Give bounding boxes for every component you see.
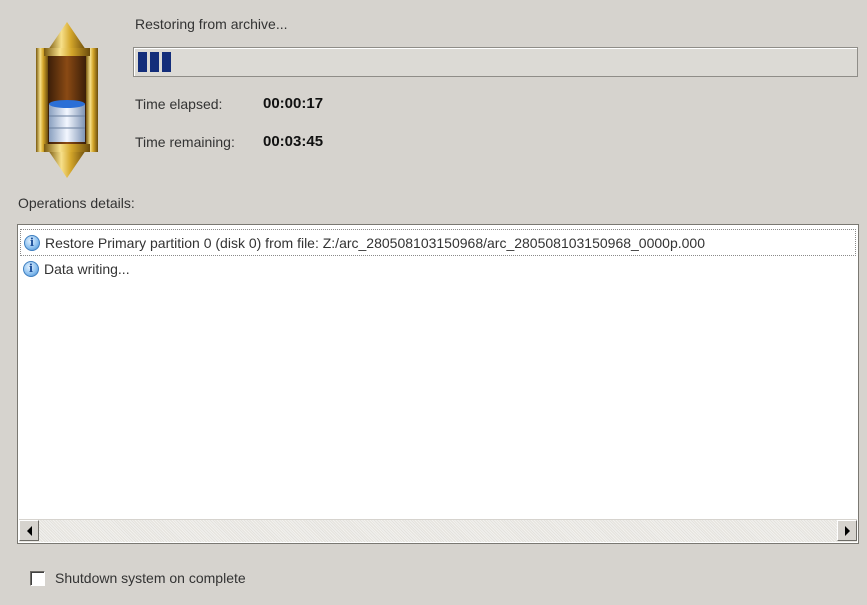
arrow-right-icon: [844, 525, 850, 536]
time-elapsed-label: Time elapsed:: [135, 96, 223, 112]
scroll-right-button[interactable]: [837, 520, 857, 541]
progress-chunk: [162, 52, 171, 72]
log-item[interactable]: i Data writing...: [20, 256, 856, 281]
restore-progress-bar: [133, 47, 858, 77]
operations-details-label: Operations details:: [18, 195, 135, 211]
progress-fill: [138, 52, 171, 72]
disk-restore-animation-icon: [36, 22, 98, 178]
time-elapsed-row: Time elapsed: 00:00:17: [135, 95, 323, 112]
progress-chunk: [150, 52, 159, 72]
info-icon: i: [23, 260, 39, 277]
info-icon: i: [24, 234, 40, 251]
shutdown-label: Shutdown system on complete: [55, 570, 246, 586]
time-elapsed-value: 00:00:17: [263, 95, 324, 112]
log-item-text: Data writing...: [44, 260, 130, 277]
time-remaining-label: Time remaining:: [135, 134, 235, 150]
operations-log-list[interactable]: i Restore Primary partition 0 (disk 0) f…: [17, 224, 859, 544]
horizontal-scrollbar[interactable]: [19, 519, 857, 542]
time-remaining-row: Time remaining: 00:03:45: [135, 133, 323, 150]
scroll-left-button[interactable]: [19, 520, 39, 541]
log-item[interactable]: i Restore Primary partition 0 (disk 0) f…: [20, 229, 856, 256]
progress-chunk: [138, 52, 147, 72]
status-label: Restoring from archive...: [135, 16, 288, 32]
restore-progress-dialog: Restoring from archive... Time elapsed: …: [0, 0, 867, 605]
shutdown-option[interactable]: Shutdown system on complete: [30, 570, 246, 586]
time-remaining-value: 00:03:45: [263, 133, 324, 150]
scroll-track[interactable]: [39, 520, 837, 542]
arrow-left-icon: [26, 525, 32, 536]
log-item-text: Restore Primary partition 0 (disk 0) fro…: [45, 234, 705, 251]
shutdown-checkbox[interactable]: [30, 570, 45, 586]
